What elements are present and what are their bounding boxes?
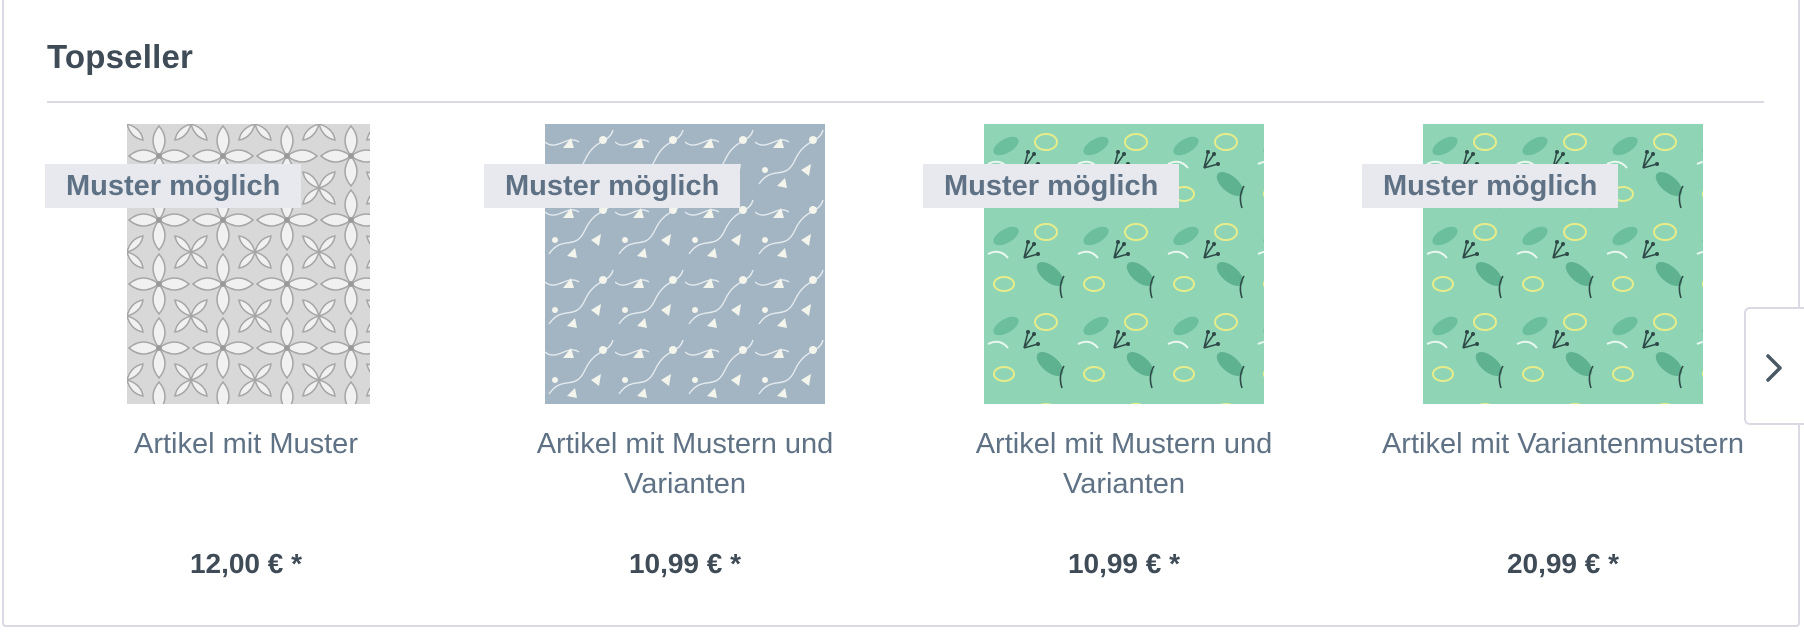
section-divider bbox=[47, 101, 1764, 103]
sample-badge: Muster möglich bbox=[1362, 164, 1619, 208]
section-title: Topseller bbox=[47, 38, 194, 75]
topseller-panel: Topseller Muster möglich Artikel mit Mus… bbox=[2, 0, 1800, 627]
sample-badge: Muster möglich bbox=[923, 164, 1180, 208]
product-price: 10,99 € * bbox=[628, 548, 742, 579]
product-name-link[interactable]: Artikel mit Variantenmustern bbox=[1363, 424, 1763, 464]
chevron-right-icon bbox=[1766, 354, 1782, 382]
product-price: 20,99 € * bbox=[1506, 548, 1620, 579]
slider-next-button[interactable] bbox=[1744, 307, 1804, 425]
sample-badge: Muster möglich bbox=[484, 164, 741, 208]
product-price: 10,99 € * bbox=[1067, 548, 1181, 579]
sample-badge: Muster möglich bbox=[45, 164, 302, 208]
product-name-link[interactable]: Artikel mit Muster bbox=[46, 424, 446, 464]
product-name-link[interactable]: Artikel mit Mustern und Varianten bbox=[485, 424, 885, 504]
product-price: 12,00 € * bbox=[189, 548, 303, 579]
product-name-link[interactable]: Artikel mit Mustern und Varianten bbox=[924, 424, 1324, 504]
